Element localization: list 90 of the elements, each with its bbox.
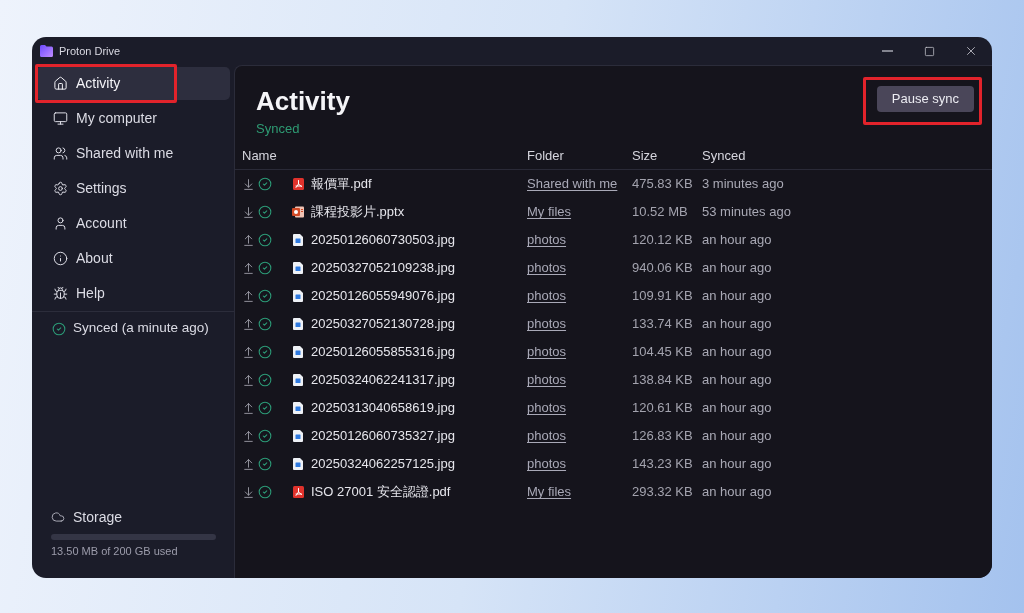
sync-time: an hour ago (702, 371, 773, 390)
file-name: 20250324062257125.jpg (311, 455, 455, 474)
sync-time: an hour ago (702, 287, 773, 306)
folder-link[interactable]: photos (527, 400, 567, 416)
maximize-icon (923, 45, 935, 57)
image-file-icon (293, 290, 303, 302)
sync-time: an hour ago (702, 259, 773, 278)
file-name: ISO 27001 安全認證.pdf (311, 483, 451, 502)
sync-time: 3 minutes ago (702, 175, 785, 194)
folder-link[interactable]: photos (527, 456, 567, 472)
file-size: 293.32 KB (632, 483, 694, 502)
column-header: Folder (527, 146, 565, 165)
image-file-icon (293, 234, 303, 246)
sync-status-text: Synced (a minute ago) (73, 319, 209, 338)
file-size: 109.91 KB (632, 287, 694, 306)
minimize-icon (881, 50, 893, 52)
folder-logo-icon (40, 45, 53, 57)
window-title: Proton Drive (59, 43, 121, 59)
folder-link[interactable]: photos (527, 260, 567, 276)
folder-link[interactable]: Shared with me (527, 176, 618, 192)
sidebar-item[interactable]: Shared with me (36, 137, 230, 170)
folder-link[interactable]: photos (527, 288, 567, 304)
user-icon (53, 216, 68, 231)
storage-label: Storage (73, 507, 123, 527)
file-size: 104.45 KB (632, 343, 694, 362)
file-size: 143.23 KB (632, 455, 694, 474)
page-title: Activity (256, 86, 350, 117)
file-name: 20250327052130728.jpg (311, 315, 455, 334)
folder-link[interactable]: photos (527, 344, 567, 360)
folder-link[interactable]: My files (527, 484, 572, 500)
file-name: 20250126055949076.jpg (311, 287, 455, 306)
image-file-icon (293, 430, 303, 442)
file-size: 138.84 KB (632, 371, 694, 390)
image-file-icon (293, 318, 303, 330)
storage-usage-text: 13.50 MB of 200 GB used (51, 544, 179, 558)
pause-sync-button[interactable]: Pause sync (876, 86, 974, 112)
file-size: 120.61 KB (632, 399, 694, 418)
sync-time: an hour ago (702, 315, 773, 334)
file-name: 20250126060735327.jpg (311, 427, 455, 446)
sidebar-item[interactable]: Account (36, 207, 230, 240)
sidebar-item[interactable]: Settings (36, 172, 230, 205)
folder-link[interactable]: photos (527, 232, 567, 248)
sync-time: 53 minutes ago (702, 203, 792, 222)
file-size: 133.74 KB (632, 315, 694, 334)
info-icon (53, 251, 68, 266)
sync-time: an hour ago (702, 231, 773, 250)
bug-icon (53, 286, 68, 301)
folder-link[interactable]: photos (527, 372, 567, 388)
cloud-icon (51, 510, 65, 524)
column-header: Size (632, 146, 659, 165)
folder-link[interactable]: My files (527, 204, 572, 220)
page-status: Synced (256, 121, 301, 137)
sync-time: an hour ago (702, 343, 773, 362)
column-header: Synced (702, 146, 747, 165)
file-name: 20250327052109238.jpg (311, 259, 455, 278)
file-size: 940.06 KB (632, 259, 694, 278)
file-size: 10.52 MB (632, 203, 689, 222)
folder-link[interactable]: photos (527, 428, 567, 444)
sync-time: an hour ago (702, 483, 773, 502)
file-size: 126.83 KB (632, 427, 694, 446)
file-name: 20250313040658619.jpg (311, 399, 455, 418)
image-file-icon (293, 346, 303, 358)
sidebar-item[interactable]: About (36, 242, 230, 275)
slides-file-icon (292, 206, 304, 218)
sync-time: an hour ago (702, 455, 773, 474)
image-file-icon (293, 458, 303, 470)
users-icon (53, 146, 68, 161)
close-icon (964, 44, 978, 58)
image-file-icon (293, 262, 303, 274)
file-name: 20250126055855316.jpg (311, 343, 455, 362)
folder-link[interactable]: photos (527, 316, 567, 332)
image-file-icon (293, 402, 303, 414)
sidebar-item[interactable]: My computer (36, 102, 230, 135)
file-size: 475.83 KB (632, 175, 694, 194)
sync-time: an hour ago (702, 427, 773, 446)
file-name: 課程投影片.pptx (311, 203, 405, 222)
file-name: 20250126060730503.jpg (311, 231, 455, 250)
sync-time: an hour ago (702, 399, 773, 418)
column-header: Name (242, 146, 278, 165)
sidebar-item[interactable]: Activity (36, 67, 230, 100)
file-name: 報價單.pdf (311, 175, 372, 194)
pdf-file-icon (292, 486, 304, 498)
file-name: 20250324062241317.jpg (311, 371, 455, 390)
monitor-icon (53, 111, 68, 126)
sidebar-item[interactable]: Help (36, 277, 230, 310)
pdf-file-icon (292, 178, 304, 190)
home-icon (53, 76, 68, 91)
image-file-icon (293, 374, 303, 386)
settings-icon (53, 181, 68, 196)
file-size: 120.12 KB (632, 231, 694, 250)
